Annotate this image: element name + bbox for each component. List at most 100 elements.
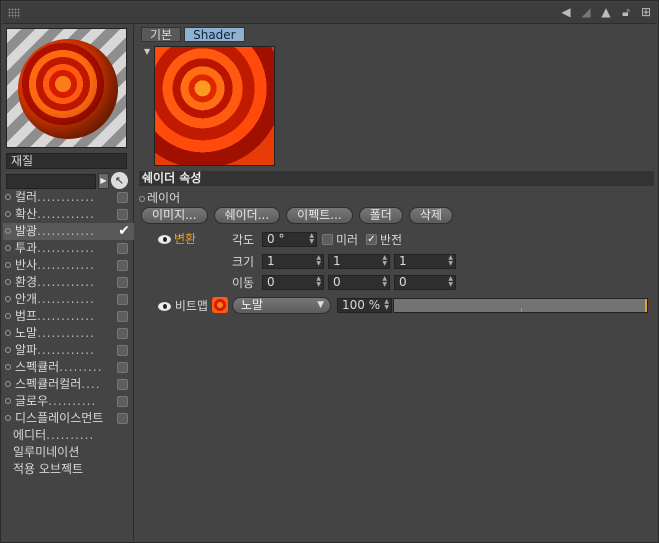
opacity-slider[interactable]: [393, 298, 648, 313]
channel-checkbox[interactable]: [117, 311, 128, 322]
channel-radio-icon[interactable]: [5, 381, 11, 387]
channel-item[interactable]: 컬러............: [3, 189, 134, 206]
spinner-icon[interactable]: ▲ ▼: [382, 276, 387, 288]
transform-label: 변환: [174, 232, 197, 246]
channel-checkbox[interactable]: [117, 260, 128, 271]
channel-item[interactable]: 스펙큘러컬러....: [3, 376, 134, 393]
channel-radio-icon[interactable]: [5, 194, 11, 200]
channel-radio-icon[interactable]: [5, 262, 11, 268]
channel-checkbox[interactable]: [117, 328, 128, 339]
extra-item[interactable]: 일루미네이션: [3, 444, 134, 461]
mirror-checkbox[interactable]: [322, 234, 333, 245]
channel-item[interactable]: 확산............: [3, 206, 134, 223]
channel-label: 디스플레이스먼트: [15, 411, 104, 425]
channel-checkbox[interactable]: [117, 277, 128, 288]
channel-item[interactable]: 투과............: [3, 240, 134, 257]
size-y-input[interactable]: 1 ▲ ▼: [328, 254, 390, 269]
move-x-input[interactable]: 0 ▲ ▼: [262, 275, 324, 290]
channel-radio-icon[interactable]: [5, 398, 11, 404]
channel-radio-icon[interactable]: [5, 364, 11, 370]
spinner-icon[interactable]: ▲ ▼: [382, 255, 387, 267]
delete-button[interactable]: 삭제: [408, 207, 453, 224]
channel-item[interactable]: 안개............: [3, 291, 134, 308]
up-arrow-icon[interactable]: ▲: [599, 5, 613, 19]
tab-shader[interactable]: Shader: [184, 27, 245, 42]
channel-label: 스펙큘러컬러: [15, 377, 82, 391]
transform-layer[interactable]: 변환: [158, 232, 196, 246]
channel-label: 안개: [15, 292, 38, 306]
shader-button[interactable]: 쉐이더...: [213, 207, 281, 224]
material-name-field[interactable]: 재질: [6, 153, 127, 169]
tab-bar: 기본 Shader: [141, 27, 245, 42]
size-z-input[interactable]: 1 ▲ ▼: [394, 254, 456, 269]
cursor-icon[interactable]: ↖: [111, 172, 128, 189]
move-z-input[interactable]: 0 ▲ ▼: [394, 275, 456, 290]
channel-item[interactable]: 디스플레이스먼트: [3, 410, 134, 427]
tab-basic[interactable]: 기본: [141, 27, 182, 42]
channel-search-input[interactable]: [6, 174, 96, 189]
angle-input[interactable]: 0 ° ▲ ▼: [262, 232, 317, 247]
collapse-arrow-icon[interactable]: ▼: [144, 47, 150, 56]
channel-item[interactable]: 알파............: [3, 342, 134, 359]
channel-item[interactable]: 노말............: [3, 325, 134, 342]
spinner-icon[interactable]: ▲ ▼: [309, 233, 314, 245]
spinner-icon[interactable]: ▲ ▼: [316, 276, 321, 288]
effect-button[interactable]: 이펙트...: [286, 207, 353, 224]
channel-checkbox[interactable]: [117, 294, 128, 305]
image-button[interactable]: 이미지...: [141, 207, 208, 224]
extra-item[interactable]: 에디터..........: [3, 427, 134, 444]
channel-dots: ....: [81, 377, 101, 391]
channel-radio-icon[interactable]: [5, 347, 11, 353]
channel-radio-icon[interactable]: [5, 228, 11, 234]
bitmap-label: 비트맵: [174, 299, 208, 313]
channel-item[interactable]: 반사............: [3, 257, 134, 274]
bitmap-layer[interactable]: 비트맵: [158, 298, 208, 314]
channel-item[interactable]: 글로우..........: [3, 393, 134, 410]
material-preview[interactable]: [6, 28, 127, 148]
expand-arrow-icon[interactable]: ▶: [98, 173, 109, 189]
lock-icon[interactable]: 🔓︎: [619, 5, 633, 19]
channel-item[interactable]: 스펙큘러.........: [3, 359, 134, 376]
channel-radio-icon[interactable]: [5, 211, 11, 217]
channel-dots: .........: [59, 360, 103, 374]
channel-checkbox[interactable]: [117, 379, 128, 390]
spinner-icon[interactable]: ▲ ▼: [316, 255, 321, 267]
grip-icon[interactable]: [8, 8, 20, 18]
blend-mode-select[interactable]: 노말 ▼: [232, 297, 331, 314]
invert-checkbox[interactable]: ✓: [366, 234, 377, 245]
extra-item[interactable]: 적용 오브젝트: [3, 461, 134, 478]
visibility-eye-icon[interactable]: [158, 302, 171, 311]
move-y-input[interactable]: 0 ▲ ▼: [328, 275, 390, 290]
channel-checkbox[interactable]: [117, 396, 128, 407]
channel-radio-icon[interactable]: [5, 279, 11, 285]
back-arrow-icon[interactable]: ◀: [559, 5, 573, 19]
slider-handle[interactable]: [645, 299, 647, 312]
channel-checkbox[interactable]: [117, 362, 128, 373]
channel-radio-icon[interactable]: [5, 245, 11, 251]
layer-radio-icon[interactable]: [139, 196, 145, 202]
channel-label: 환경: [15, 275, 38, 289]
channel-checkbox[interactable]: [117, 413, 128, 424]
spinner-icon[interactable]: ▲ ▼: [448, 276, 453, 288]
opacity-input[interactable]: 100 % ▲ ▼: [337, 298, 392, 313]
channel-radio-icon[interactable]: [5, 330, 11, 336]
channel-radio-icon[interactable]: [5, 296, 11, 302]
size-x-input[interactable]: 1 ▲ ▼: [262, 254, 324, 269]
channel-radio-icon[interactable]: [5, 313, 11, 319]
channel-checkbox[interactable]: [117, 192, 128, 203]
channel-item[interactable]: 범프............: [3, 308, 134, 325]
visibility-eye-icon[interactable]: [158, 235, 171, 244]
channel-checkbox[interactable]: [117, 209, 128, 220]
channel-radio-icon[interactable]: [5, 415, 11, 421]
folder-button[interactable]: 폴더: [358, 207, 403, 224]
channel-checkbox[interactable]: [117, 243, 128, 254]
channel-checkbox[interactable]: [117, 345, 128, 356]
checkmark-icon[interactable]: ✔: [118, 223, 130, 240]
channel-item[interactable]: 환경............: [3, 274, 134, 291]
spinner-icon[interactable]: ▲ ▼: [384, 299, 389, 311]
new-window-icon[interactable]: ⊞: [639, 5, 653, 19]
spinner-icon[interactable]: ▲ ▼: [448, 255, 453, 267]
bitmap-thumbnail-icon[interactable]: [212, 297, 228, 313]
channel-item[interactable]: 발광............ ✔: [3, 223, 134, 240]
forward-arrow-icon[interactable]: ◢: [579, 5, 593, 19]
